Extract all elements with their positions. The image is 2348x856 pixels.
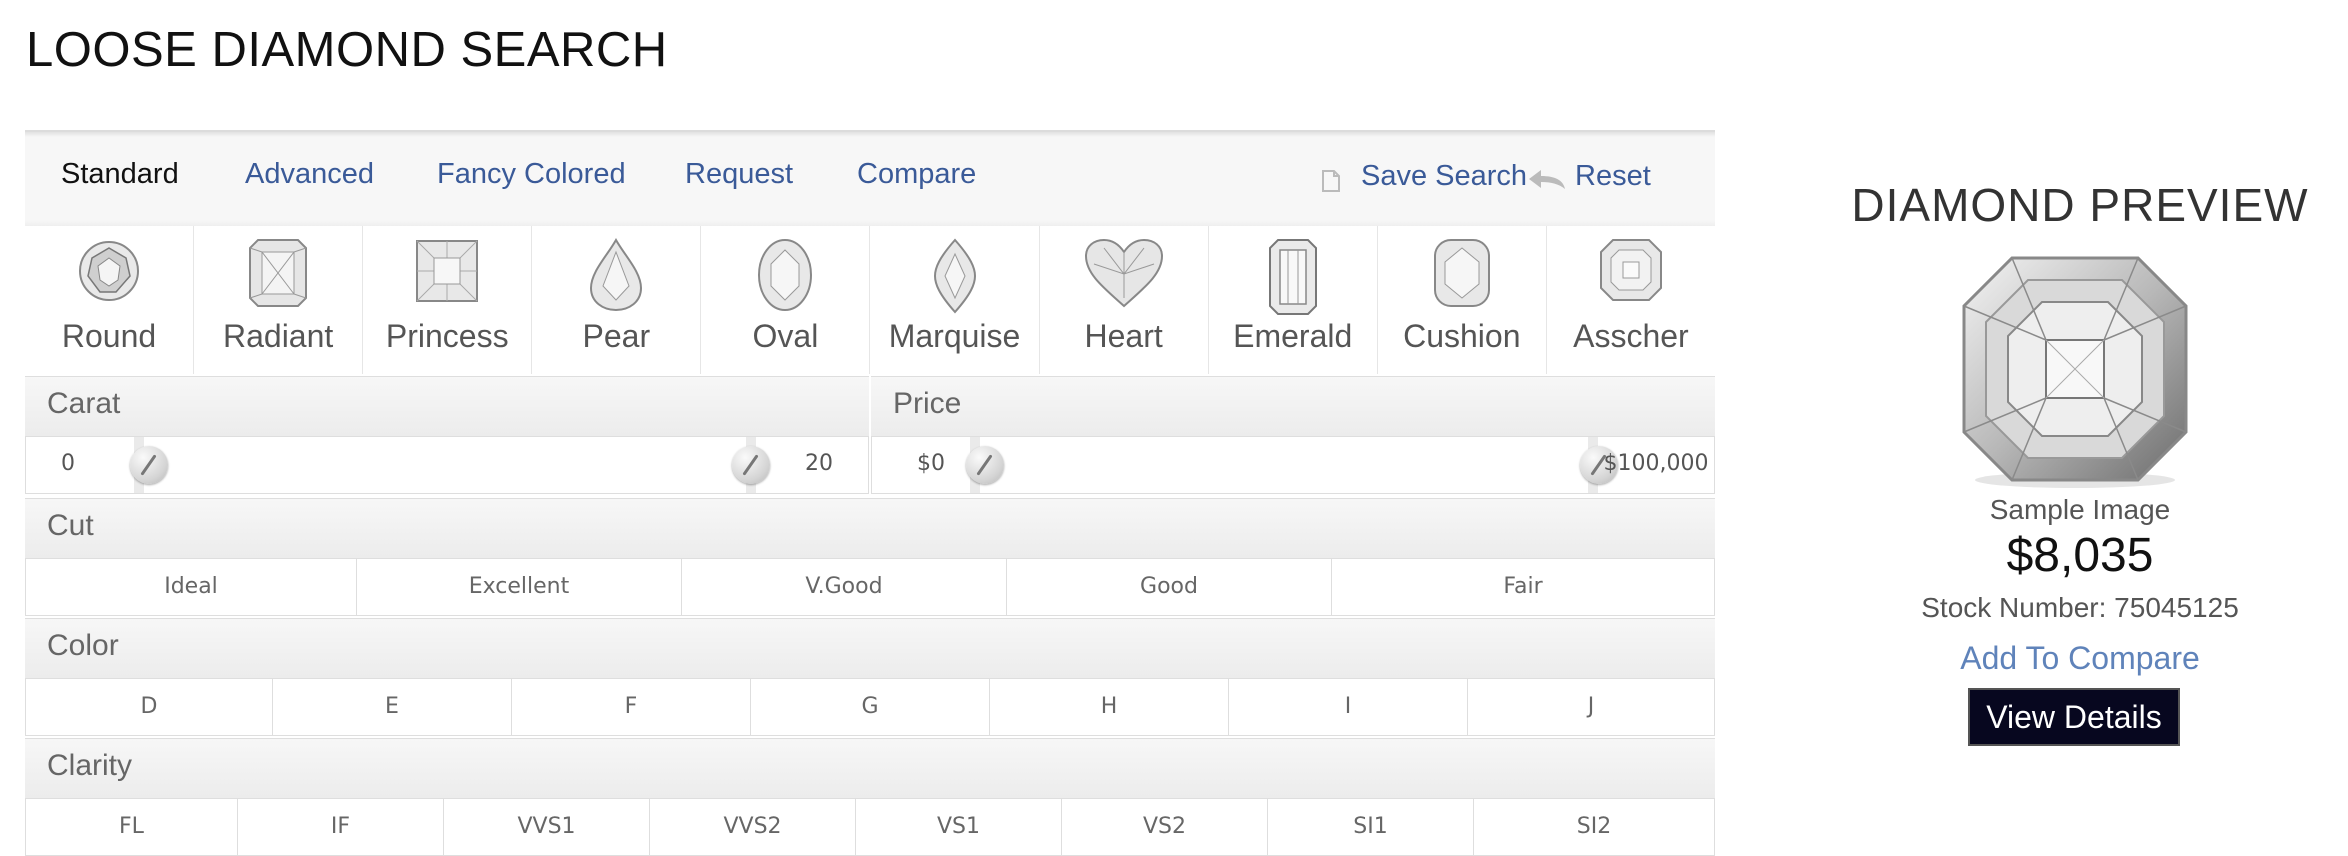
shape-round[interactable]: Round <box>25 226 195 374</box>
shape-label-round: Round <box>61 318 157 354</box>
cut-header: Cut <box>25 498 1715 558</box>
clarity-option-fl[interactable]: FL <box>26 799 238 855</box>
tab-advanced[interactable]: Advanced <box>245 158 374 191</box>
cut-option-fair[interactable]: Fair <box>1332 559 1714 615</box>
shape-oval[interactable]: Oval <box>701 226 871 374</box>
color-option-h[interactable]: H <box>990 679 1229 735</box>
color-option-g[interactable]: G <box>751 679 990 735</box>
oval-diamond-icon <box>758 239 813 311</box>
radiant-diamond-icon <box>249 239 308 307</box>
marquise-diamond-icon <box>933 238 976 314</box>
clarity-option-vs2[interactable]: VS2 <box>1062 799 1268 855</box>
color-header: Color <box>25 618 1715 678</box>
preview-price: $8,035 <box>2006 529 2154 582</box>
reset-icon[interactable] <box>1527 168 1567 195</box>
princess-diamond-icon <box>416 240 479 302</box>
round-diamond-icon <box>79 241 140 301</box>
stock-number: Stock Number: 75045125 <box>1921 592 2239 623</box>
color-option-j[interactable]: J <box>1468 679 1714 735</box>
shape-radiant[interactable]: Radiant <box>194 226 364 374</box>
carat-slider[interactable]: 0 20 <box>25 436 869 494</box>
add-to-compare-link[interactable]: Add To Compare <box>1780 640 2348 677</box>
shape-label-radiant: Radiant <box>222 318 334 354</box>
cut-option-ideal[interactable]: Ideal <box>26 559 357 615</box>
heart-diamond-icon <box>1084 238 1163 308</box>
shape-selector: Round Radiant Princess Pear Oval Marquis… <box>25 226 1715 374</box>
clarity-header: Clarity <box>25 738 1715 798</box>
shape-marquise[interactable]: Marquise <box>870 226 1040 374</box>
color-option-f[interactable]: F <box>512 679 751 735</box>
tab-request[interactable]: Request <box>685 158 793 191</box>
clarity-option-si1[interactable]: SI1 <box>1268 799 1474 855</box>
shape-label-heart: Heart <box>1084 318 1163 354</box>
shape-asscher[interactable]: Asscher <box>1547 226 1715 374</box>
clarity-option-vvs2[interactable]: VVS2 <box>650 799 856 855</box>
shape-label-cushion: Cushion <box>1403 318 1521 354</box>
shape-princess[interactable]: Princess <box>363 226 533 374</box>
shape-cushion[interactable]: Cushion <box>1378 226 1547 374</box>
clarity-options: FL IF VVS1 VVS2 VS1 VS2 SI1 SI2 <box>25 798 1715 856</box>
cut-options: Ideal Excellent V.Good Good Fair <box>25 558 1715 616</box>
clarity-option-si2[interactable]: SI2 <box>1474 799 1714 855</box>
shape-label-princess: Princess <box>385 318 509 354</box>
carat-header: Carat <box>25 376 869 436</box>
save-search-link[interactable]: Save Search <box>1361 160 1527 193</box>
price-min-value: $0 <box>917 451 945 476</box>
tab-compare[interactable]: Compare <box>857 158 976 191</box>
cut-option-excellent[interactable]: Excellent <box>357 559 682 615</box>
shape-label-marquise: Marquise <box>888 318 1021 354</box>
cut-option-vgood[interactable]: V.Good <box>682 559 1007 615</box>
carat-max-handle[interactable] <box>732 446 770 484</box>
pear-diamond-icon <box>590 238 643 312</box>
tab-actions: Save Search Reset <box>1321 160 1691 200</box>
shape-heart[interactable]: Heart <box>1040 226 1209 374</box>
asscher-diamond-icon <box>1599 239 1662 301</box>
asscher-diamond-preview-icon <box>1962 256 2188 488</box>
emerald-diamond-icon <box>1268 239 1317 315</box>
search-panel: Standard Advanced Fancy Colored Request … <box>25 130 1715 856</box>
color-option-d[interactable]: D <box>26 679 273 735</box>
price-max-value: $100,000 <box>1603 451 1709 476</box>
price-slider[interactable]: $0 $100,000 <box>871 436 1715 494</box>
shape-emerald[interactable]: Emerald <box>1209 226 1378 374</box>
shape-label-oval: Oval <box>752 318 819 354</box>
price-min-handle[interactable] <box>966 446 1004 484</box>
carat-max-value: 20 <box>805 451 833 476</box>
clarity-option-vs1[interactable]: VS1 <box>856 799 1062 855</box>
tab-standard[interactable]: Standard <box>61 158 179 191</box>
preview-title: DIAMOND PREVIEW <box>1851 179 2309 231</box>
clarity-option-vvs1[interactable]: VVS1 <box>444 799 650 855</box>
shape-label-emerald: Emerald <box>1233 318 1353 354</box>
price-header: Price <box>871 376 1715 436</box>
search-tabbar: Standard Advanced Fancy Colored Request … <box>25 130 1715 226</box>
clarity-option-if[interactable]: IF <box>238 799 444 855</box>
view-details-button[interactable]: View Details <box>1968 688 2180 746</box>
reset-link[interactable]: Reset <box>1575 160 1651 193</box>
tab-fancy-colored[interactable]: Fancy Colored <box>437 158 626 191</box>
shape-label-asscher: Asscher <box>1573 318 1689 354</box>
sample-image-label: Sample Image <box>1989 494 2171 525</box>
color-options: D E F G H I J <box>25 678 1715 736</box>
save-icon[interactable] <box>1321 170 1341 197</box>
color-option-i[interactable]: I <box>1229 679 1468 735</box>
cut-option-good[interactable]: Good <box>1007 559 1332 615</box>
shape-label-pear: Pear <box>582 318 651 354</box>
preview-image <box>1960 254 2190 495</box>
carat-min-handle[interactable] <box>130 446 168 484</box>
carat-min-value: 0 <box>61 451 75 476</box>
page-title: LOOSE DIAMOND SEARCH <box>26 23 668 77</box>
shape-pear[interactable]: Pear <box>532 226 702 374</box>
cushion-diamond-icon <box>1433 239 1490 307</box>
color-option-e[interactable]: E <box>273 679 512 735</box>
